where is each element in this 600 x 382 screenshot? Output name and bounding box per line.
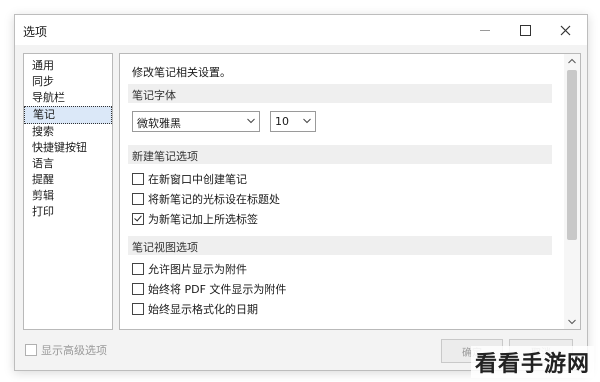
- nav-item-navbar[interactable]: 导航栏: [24, 90, 112, 106]
- options-dialog: 选项 通用 同步 导航栏 笔记 搜索 快捷键按钮 语言 提醒 剪辑 打印 修改笔…: [14, 14, 588, 371]
- checkbox[interactable]: [132, 263, 144, 275]
- section-title-font: 笔记字体: [132, 89, 176, 102]
- section-title-new-note: 新建笔记选项: [132, 150, 198, 163]
- option-label: 始终显示格式化的日期: [148, 303, 258, 316]
- option-label: 为新笔记加上所选标签: [148, 213, 258, 226]
- checkbox[interactable]: [132, 193, 144, 205]
- nav-item-reminders[interactable]: 提醒: [24, 172, 112, 188]
- option-add-selected-tags[interactable]: 为新笔记加上所选标签: [132, 211, 258, 227]
- option-pdf-as-attachments[interactable]: 始终将 PDF 文件显示为附件: [132, 281, 286, 297]
- title-bar: 选项: [15, 15, 587, 45]
- nav-item-shortcuts[interactable]: 快捷键按钮: [24, 140, 112, 156]
- section-header-new-note: 新建笔记选项: [128, 145, 552, 164]
- panel-description: 修改笔记相关设置。: [132, 66, 231, 79]
- option-label: 允许图片显示为附件: [148, 263, 247, 276]
- checkbox[interactable]: [132, 303, 144, 315]
- font-family-value: 微软雅黑: [137, 117, 181, 130]
- font-family-select[interactable]: 微软雅黑: [132, 111, 260, 132]
- checkbox-checked[interactable]: [132, 213, 144, 225]
- nav-item-language[interactable]: 语言: [24, 156, 112, 172]
- show-advanced-option[interactable]: 显示高级选项: [25, 342, 107, 358]
- close-icon[interactable]: [545, 15, 585, 45]
- option-label: 将新笔记的光标设在标题处: [148, 193, 280, 206]
- checkbox[interactable]: [132, 173, 144, 185]
- settings-panel: 修改笔记相关设置。 笔记字体 微软雅黑 10 新建笔记选项 在新窗口中创建笔记 …: [119, 53, 581, 330]
- option-formatted-dates[interactable]: 始终显示格式化的日期: [132, 301, 258, 317]
- scroll-thumb[interactable]: [567, 70, 577, 240]
- nav-item-print[interactable]: 打印: [24, 204, 112, 220]
- font-size-value: 10: [275, 115, 289, 128]
- category-list: 通用 同步 导航栏 笔记 搜索 快捷键按钮 语言 提醒 剪辑 打印: [23, 53, 113, 330]
- option-cursor-title[interactable]: 将新笔记的光标设在标题处: [132, 191, 280, 207]
- nav-item-general[interactable]: 通用: [24, 58, 112, 74]
- scroll-down-icon[interactable]: [564, 315, 580, 329]
- window-title: 选项: [23, 25, 48, 39]
- minimize-icon[interactable]: [465, 15, 505, 45]
- show-advanced-label: 显示高级选项: [41, 344, 107, 357]
- section-header-view: 笔记视图选项: [128, 236, 552, 255]
- nav-item-sync[interactable]: 同步: [24, 74, 112, 90]
- site-watermark: 看看手游网: [470, 346, 594, 378]
- section-header-font: 笔记字体: [128, 84, 552, 103]
- section-title-view: 笔记视图选项: [132, 241, 198, 254]
- checkbox[interactable]: [132, 283, 144, 295]
- vertical-scrollbar[interactable]: [564, 54, 580, 329]
- option-images-as-attachments[interactable]: 允许图片显示为附件: [132, 261, 247, 277]
- checkbox[interactable]: [25, 344, 37, 356]
- option-label: 始终将 PDF 文件显示为附件: [148, 283, 287, 296]
- option-label: 在新窗口中创建笔记: [148, 173, 247, 186]
- option-new-window[interactable]: 在新窗口中创建笔记: [132, 171, 247, 187]
- nav-item-clip[interactable]: 剪辑: [24, 188, 112, 204]
- nav-item-notes[interactable]: 笔记: [24, 106, 112, 124]
- font-size-select[interactable]: 10: [270, 111, 316, 132]
- scroll-up-icon[interactable]: [564, 54, 580, 68]
- chevron-down-icon: [303, 118, 311, 124]
- chevron-down-icon: [247, 118, 255, 124]
- nav-item-search[interactable]: 搜索: [24, 124, 112, 140]
- maximize-icon[interactable]: [505, 15, 545, 45]
